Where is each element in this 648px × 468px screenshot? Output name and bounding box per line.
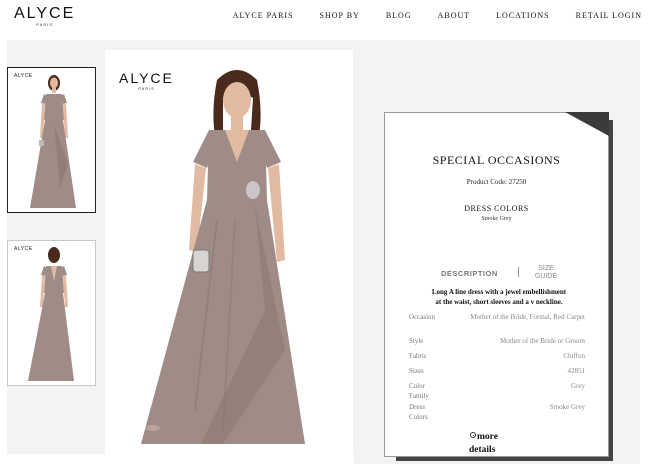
thumbnail-front[interactable]: ALYCE (7, 67, 96, 213)
site-header: ALYCE PARIS ALYCE PARIS SHOP BY BLOG ABO… (0, 0, 648, 36)
spec-value: Mother of the Bride or Groom (500, 337, 585, 345)
more-details-line2: details (469, 445, 496, 455)
spec-value: Mother of the Bride, Formal, Red Carpet (470, 313, 585, 321)
tab-size-guide-line2: GUIDE (534, 273, 558, 280)
product-description: Long A line dress with a jewel embellish… (409, 287, 589, 307)
corner-fold (565, 112, 609, 136)
tab-size-guide-line1: SIZE (538, 265, 554, 272)
spec-row: Occasion Mother of the Bride, Formal, Re… (409, 312, 585, 336)
main-nav: ALYCE PARIS SHOP BY BLOG ABOUT LOCATIONS… (207, 11, 642, 20)
nav-shop-by[interactable]: SHOP BY (320, 11, 360, 20)
spec-list: Occasion Mother of the Bride, Formal, Re… (409, 312, 585, 422)
nav-blog[interactable]: BLOG (386, 11, 412, 20)
spec-label: Dress Colors (409, 403, 428, 421)
product-details-card: SPECIAL OCCASIONS Product Code: 27250 DR… (384, 112, 609, 457)
nav-about[interactable]: ABOUT (438, 11, 471, 20)
dress-back-thumb-image (28, 247, 74, 381)
tab-separator (518, 267, 519, 277)
product-gallery: ALYCE ALYCE ALYCE PARIS (7, 40, 354, 454)
detail-tabs: DESCRIPTION SIZE GUIDE (441, 265, 601, 289)
spec-label: Style (409, 337, 424, 345)
plus-circle-icon (470, 432, 476, 438)
dress-model-image (141, 70, 305, 444)
brand-logo[interactable]: ALYCE PARIS (14, 6, 75, 28)
brand-name: ALYCE (14, 5, 76, 22)
dress-front-thumb-image (30, 75, 76, 208)
nav-retail-login[interactable]: RETAIL LOGIN (576, 11, 642, 20)
spec-row: Style Mother of the Bride or Groom (409, 336, 585, 351)
tab-description[interactable]: DESCRIPTION (441, 269, 498, 278)
product-title: SPECIAL OCCASIONS (432, 153, 561, 167)
description-line2: at the waist, short sleeves and a v neck… (435, 298, 563, 306)
spec-value: Smoke Grey (549, 403, 585, 411)
description-line1: Long A line dress with a jewel embellish… (431, 288, 567, 296)
tab-size-guide[interactable]: SIZE GUIDE (531, 265, 561, 281)
brand-sub: PARIS (36, 22, 53, 27)
spec-row: Sizes 42851 (409, 366, 585, 381)
more-details-line1: more (477, 432, 498, 442)
spec-label: Sizes (409, 367, 424, 375)
spec-value: Grey (571, 382, 585, 390)
spec-label: Fabric (409, 352, 427, 360)
dress-colors-value: Smoke Grey (481, 216, 512, 222)
thumbnail-back[interactable]: ALYCE (7, 240, 96, 386)
spec-label: Occasion (409, 313, 436, 321)
dress-colors-heading: DRESS COLORS (464, 204, 529, 213)
spec-label: Color Family (409, 382, 429, 400)
product-code: Product Code: 27250 (466, 178, 527, 186)
spec-row: Dress Colors Smoke Grey (409, 402, 585, 422)
nav-locations[interactable]: LOCATIONS (496, 11, 549, 20)
nav-alyce-paris[interactable]: ALYCE PARIS (233, 11, 294, 20)
main-product-image[interactable]: ALYCE PARIS (105, 50, 353, 454)
spec-value: 42851 (567, 367, 586, 375)
spec-value: Chiffon (563, 352, 585, 360)
spec-row: Fabric Chiffon (409, 351, 585, 366)
spec-row: Color Family Grey (409, 381, 585, 402)
